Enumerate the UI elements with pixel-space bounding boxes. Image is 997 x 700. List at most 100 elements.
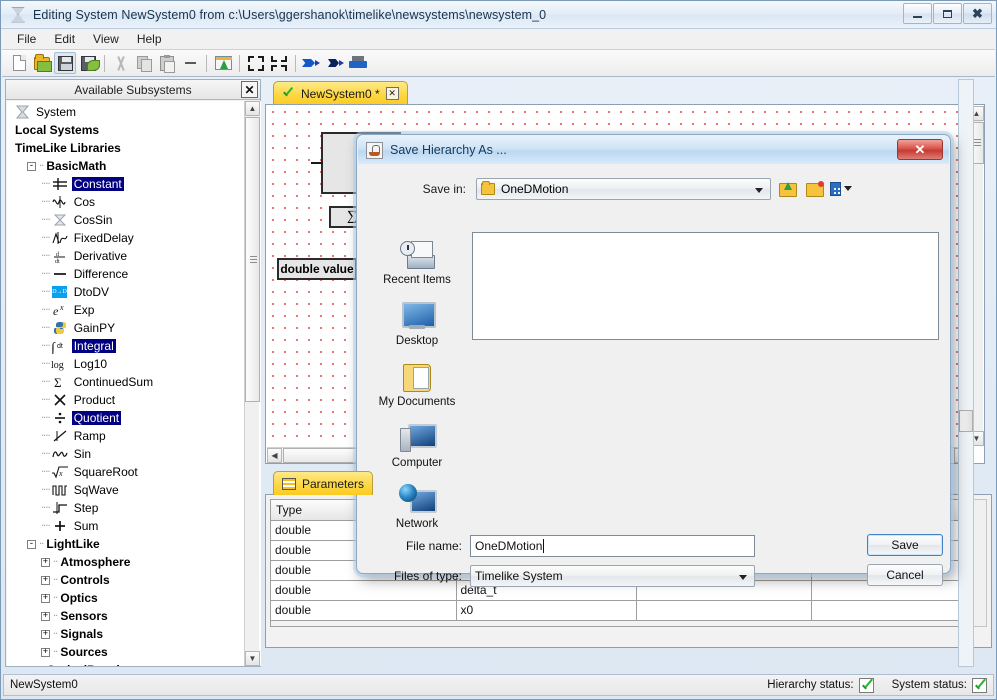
cell-name[interactable]: x0 [456, 600, 637, 621]
place-desktop[interactable]: Desktop [369, 297, 465, 350]
tree-item-lightlike[interactable]: - ‧‧ LightLike [7, 535, 245, 553]
open-folder-icon[interactable] [31, 52, 53, 74]
collapse-icon[interactable] [245, 52, 267, 74]
tab-close-icon[interactable]: ✕ [385, 87, 399, 100]
tree-expander[interactable]: + [41, 611, 50, 621]
tree-item-sqwave[interactable]: ‧‧‧‧ SqWave [7, 481, 245, 499]
dialog-close-button[interactable]: ✕ [897, 139, 943, 160]
canvas-block-double-value[interactable]: double value [277, 258, 357, 280]
save-icon[interactable] [54, 52, 76, 74]
save-in-combobox[interactable]: OneDMotion [476, 177, 771, 200]
tree-item-basicmath[interactable]: - ‧‧ BasicMath [7, 157, 245, 175]
scrollbar-thumb[interactable] [245, 117, 260, 402]
scroll-left-arrow[interactable]: ◀ [267, 448, 282, 463]
save-as-icon[interactable] [77, 52, 100, 74]
step-icon[interactable] [324, 52, 346, 74]
minimize-button[interactable] [903, 3, 932, 24]
menu-bar: File Edit View Help [2, 29, 995, 50]
close-button[interactable]: ✖ [963, 3, 992, 24]
tree-item-optics[interactable]: + ‧‧ Optics [7, 589, 245, 607]
tree-expander[interactable]: - [27, 161, 36, 171]
menu-help[interactable]: Help [128, 30, 171, 48]
print-icon[interactable] [347, 52, 369, 74]
maximize-button[interactable] [933, 3, 962, 24]
cancel-button[interactable]: Cancel [867, 564, 943, 586]
place-recent-items[interactable]: Recent Items [369, 236, 465, 289]
tree-expander[interactable]: + [41, 647, 50, 657]
scroll-down-arrow[interactable]: ▼ [245, 651, 260, 666]
cell-value4[interactable] [811, 600, 973, 621]
tree-item-system[interactable]: System [7, 103, 245, 121]
place-computer[interactable]: Computer [369, 419, 465, 472]
scrollbar-thumb[interactable] [959, 410, 973, 432]
tree-scrollbar[interactable]: ▲ ▼ [244, 101, 260, 666]
place-my-documents[interactable]: My Documents [369, 358, 465, 411]
file-list[interactable] [472, 232, 939, 340]
file-name-input[interactable]: OneDMotion [470, 535, 755, 557]
paste-icon[interactable] [156, 52, 178, 74]
up-one-level-icon[interactable] [776, 178, 798, 200]
tree-expander[interactable]: + [27, 665, 36, 666]
tree-item-squareroot[interactable]: ‧‧‧‧ x SquareRoot [7, 463, 245, 481]
tree-expander[interactable]: - [27, 539, 36, 549]
delete-icon[interactable] [179, 52, 201, 74]
parameters-scrollbar[interactable] [972, 499, 987, 627]
tree-item-sensors[interactable]: + ‧‧ Sensors [7, 607, 245, 625]
place-network[interactable]: Network [369, 480, 465, 533]
tree-item-step[interactable]: ‧‧‧‧ Step [7, 499, 245, 517]
tree-item-exp[interactable]: ‧‧‧‧ e x Exp [7, 301, 245, 319]
tree-item-sources[interactable]: + ‧‧ Sources [7, 643, 245, 661]
cell-type[interactable]: double [271, 600, 457, 621]
tree-expander[interactable]: + [41, 575, 50, 585]
tree-item-continuedsum[interactable]: ‧‧‧‧ Σ ContinuedSum [7, 373, 245, 391]
scroll-up-arrow[interactable]: ▲ [245, 101, 260, 116]
copy-icon[interactable] [133, 52, 155, 74]
tree-item-sum[interactable]: ‧‧‧‧ Sum [7, 517, 245, 535]
tab-newsystem0[interactable]: NewSystem0 * ✕ [273, 81, 408, 105]
tree-item-atmosphere[interactable]: + ‧‧ Atmosphere [7, 553, 245, 571]
create-new-folder-icon[interactable] [803, 178, 825, 200]
view-menu-icon[interactable] [830, 178, 852, 200]
tree-item-cossin[interactable]: ‧‧‧‧ CosSin [7, 211, 245, 229]
files-of-type-combobox[interactable]: Timelike System [470, 565, 755, 587]
tab-parameters[interactable]: Parameters [273, 471, 374, 495]
tree-item-opticalbenches[interactable]: +‧‧OpticalBenches [7, 661, 245, 666]
tree-item-constant[interactable]: ‧‧‧‧ Constant [7, 175, 245, 193]
tree-item-signals[interactable]: + ‧‧ Signals [7, 625, 245, 643]
chevron-down-icon[interactable] [755, 187, 763, 193]
tree-item-product[interactable]: ‧‧‧‧ Product [7, 391, 245, 409]
tree-item-cos[interactable]: ‧‧‧‧ Cos [7, 193, 245, 211]
save-button[interactable]: Save [867, 534, 943, 556]
table-row[interactable]: double x0 [271, 600, 973, 621]
close-icon[interactable]: ✕ [241, 81, 258, 98]
tree-item-sin[interactable]: ‧‧‧‧ Sin [7, 445, 245, 463]
new-file-icon[interactable] [8, 52, 30, 74]
menu-file[interactable]: File [8, 30, 45, 48]
tree-item-ramp[interactable]: ‧‧‧‧ Ramp [7, 427, 245, 445]
tree-item-controls[interactable]: + ‧‧ Controls [7, 571, 245, 589]
tree-expander[interactable]: + [41, 593, 50, 603]
tree-item-difference[interactable]: ‧‧‧‧ Difference [7, 265, 245, 283]
tree-item-local-systems[interactable]: Local Systems [7, 121, 245, 139]
tree-item-derivative[interactable]: ‧‧‧‧ d dt Derivative [7, 247, 245, 265]
cell-value3[interactable] [636, 600, 812, 621]
tree-item-gainpy[interactable]: ‧‧‧‧ GainPY [7, 319, 245, 337]
tree-item-integral[interactable]: ‧‧‧‧ ∫ dt Integral [7, 337, 245, 355]
chevron-down-icon[interactable] [739, 575, 747, 580]
cut-icon[interactable] [110, 52, 132, 74]
outer-vertical-scrollbar[interactable] [958, 79, 974, 667]
chevron-down-icon[interactable] [844, 186, 852, 191]
tree-item-quotient[interactable]: ‧‧‧‧ Quotient [7, 409, 245, 427]
menu-edit[interactable]: Edit [45, 30, 84, 48]
subsystem-tree[interactable]: System Local Systems TimeLike Libraries - ‧‧… [7, 101, 261, 666]
expand-icon[interactable] [268, 52, 290, 74]
tree-item-dtodv[interactable]: ‧‧‧‧ D→DV DtoDV [7, 283, 245, 301]
tree-expander[interactable]: + [41, 629, 50, 639]
menu-view[interactable]: View [84, 30, 128, 48]
tree-expander[interactable]: + [41, 557, 50, 567]
tree-item-timelike-libraries[interactable]: TimeLike Libraries [7, 139, 245, 157]
tree-item-fixeddelay[interactable]: ‧‧‧‧ FixedDelay [7, 229, 245, 247]
export-folder-icon[interactable] [212, 52, 234, 74]
run-icon[interactable] [301, 52, 323, 74]
tree-item-log10[interactable]: ‧‧‧‧ log Log10 [7, 355, 245, 373]
